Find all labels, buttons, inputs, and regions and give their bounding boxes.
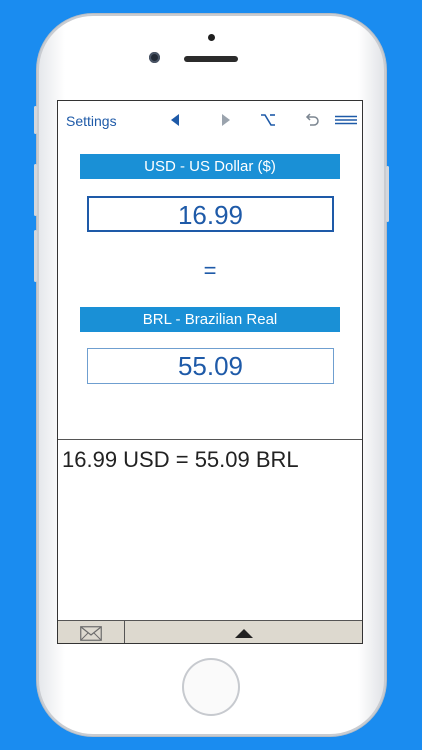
undo-icon[interactable] bbox=[302, 111, 322, 129]
back-triangle-icon[interactable] bbox=[168, 111, 182, 129]
toolbar: Settings bbox=[58, 101, 362, 139]
conversion-result-text: 16.99 USD = 55.09 BRL bbox=[62, 447, 299, 472]
to-currency-selector[interactable]: BRL - Brazilian Real bbox=[80, 307, 340, 332]
app-screen: Settings USD - US Dollar ($) 16.99 = BRL… bbox=[57, 100, 363, 644]
to-amount-field[interactable]: 55.09 bbox=[87, 348, 334, 384]
forward-triangle-icon[interactable] bbox=[219, 111, 233, 129]
expand-up-icon bbox=[234, 628, 253, 638]
mail-icon bbox=[80, 625, 102, 641]
earpiece-speaker bbox=[184, 56, 238, 62]
home-button[interactable] bbox=[182, 658, 240, 716]
menu-icon[interactable] bbox=[334, 111, 358, 129]
settings-button[interactable]: Settings bbox=[66, 113, 117, 129]
volume-up-button bbox=[34, 164, 37, 216]
volume-down-button bbox=[34, 230, 37, 282]
equals-sign: = bbox=[203, 258, 217, 283]
bottom-bar bbox=[58, 620, 362, 643]
from-currency-selector[interactable]: USD - US Dollar ($) bbox=[80, 154, 340, 179]
from-amount-field[interactable]: 16.99 bbox=[87, 196, 334, 232]
mail-button[interactable] bbox=[58, 621, 125, 643]
mute-switch bbox=[34, 106, 37, 134]
proximity-sensor bbox=[208, 34, 215, 41]
phone-frame: Settings USD - US Dollar ($) 16.99 = BRL… bbox=[34, 14, 389, 736]
front-camera bbox=[149, 52, 160, 63]
section-divider bbox=[58, 439, 362, 440]
expand-button[interactable] bbox=[125, 621, 362, 643]
option-key-icon[interactable] bbox=[258, 111, 278, 129]
power-button bbox=[386, 166, 389, 222]
